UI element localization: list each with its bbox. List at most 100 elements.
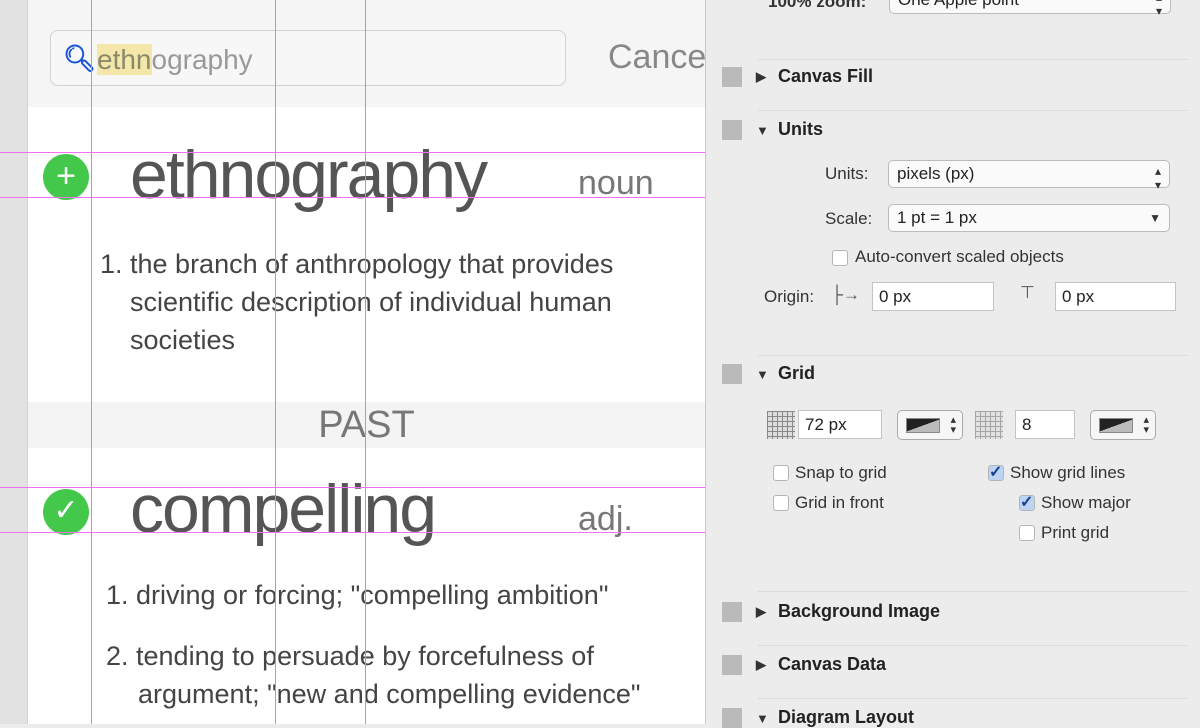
divider <box>758 591 1188 592</box>
scale-select[interactable]: 1 pt = 1 px ▼ <box>888 204 1170 232</box>
disclosure-down-icon[interactable]: ▼ <box>756 123 778 138</box>
disclosure-down-icon[interactable]: ▼ <box>756 367 778 382</box>
section-title: Units <box>778 119 823 139</box>
units-icon <box>722 120 742 141</box>
plus-circle-icon[interactable]: + <box>43 154 89 200</box>
section-canvas-data[interactable]: ▶ Canvas Data <box>722 654 887 676</box>
definition-line: 1. driving or forcing; "compelling ambit… <box>106 580 609 610</box>
minor-divisions-value: 8 <box>1022 415 1032 434</box>
guide-line[interactable] <box>0 152 705 153</box>
canvas[interactable]: 🔍︎ ethnography Cance + ethnography noun … <box>28 0 705 724</box>
search-input[interactable]: 🔍︎ ethnography <box>50 30 566 86</box>
disclosure-right-icon[interactable]: ▶ <box>756 657 778 673</box>
section-units[interactable]: ▼ Units <box>722 119 823 141</box>
show-major-label: Show major <box>1041 493 1131 512</box>
search-text: ethnography <box>97 44 253 76</box>
scale-label: Scale: <box>825 209 873 228</box>
section-title: Background Image <box>778 601 941 621</box>
zoom-value: One Apple point <box>898 0 1019 9</box>
divider <box>758 355 1188 356</box>
inspector-panel: 100% zoom: One Apple point▴▾ ▶Canvas Fil… <box>705 0 1200 728</box>
section-diagram-layout[interactable]: ▼ Diagram Layout <box>722 707 914 728</box>
guide-line[interactable] <box>0 532 705 533</box>
diagram-layout-icon <box>722 708 742 728</box>
search-rest: ography <box>151 44 253 75</box>
color-swatch-icon <box>1099 418 1133 433</box>
section-canvas-fill[interactable]: ▶ Canvas Fill <box>722 66 874 88</box>
section-background-image[interactable]: ▶ Background Image <box>722 601 941 623</box>
print-grid-label: Print grid <box>1041 523 1110 542</box>
definition-line: 2. tending to persuade by forcefulness o… <box>106 641 594 671</box>
guide-line[interactable] <box>365 0 366 724</box>
chevron-down-icon: ▼ <box>1149 211 1161 225</box>
origin-x-field[interactable]: 0 px <box>872 282 994 311</box>
snap-to-grid-label: Snap to grid <box>795 463 887 482</box>
origin-y-value: 0 px <box>1062 287 1095 306</box>
zoom-select[interactable]: One Apple point ▴▾ <box>889 0 1171 18</box>
check-circle-icon[interactable]: ✓ <box>43 489 89 535</box>
search-highlight: ethn <box>97 44 152 75</box>
auto-convert-label: Auto-convert scaled objects <box>855 247 1064 266</box>
entry-word: compelling <box>130 471 437 547</box>
major-color-well[interactable]: ▴ ▾ <box>897 410 963 440</box>
print-grid-checkbox[interactable] <box>1019 525 1035 541</box>
units-select[interactable]: pixels (px) ▴ ▾ <box>888 160 1170 192</box>
section-header-past: PAST <box>28 402 705 448</box>
stepper-arrows-icon: ▴▾ <box>1143 414 1149 436</box>
origin-x-icon: ├→ <box>831 285 861 304</box>
color-swatch-icon <box>906 418 940 433</box>
cancel-button[interactable]: Cance <box>608 38 705 77</box>
stepper-arrows-icon: ▴▾ <box>1155 0 1162 18</box>
definition-line: scientific description of individual hum… <box>130 287 612 317</box>
zoom-label: 100% zoom: <box>768 0 867 11</box>
major-spacing-field[interactable]: 72 px <box>798 410 882 439</box>
units-value: pixels (px) <box>897 164 975 183</box>
grid-section-icon <box>722 364 742 385</box>
divider <box>758 110 1188 111</box>
definition-line: argument; "new and compelling evidence" <box>138 679 641 709</box>
section-title: Diagram Layout <box>778 707 915 727</box>
section-title: Canvas Fill <box>778 66 874 86</box>
entry-pos: adj. <box>578 500 633 538</box>
definition-line: 1. the branch of anthropology that provi… <box>100 249 614 279</box>
guide-line[interactable] <box>0 487 705 488</box>
image-icon <box>722 602 742 623</box>
left-sidebar-edge <box>0 0 28 724</box>
grid-in-front-checkbox[interactable] <box>773 495 789 511</box>
section-title: Grid <box>778 363 816 383</box>
units-label: Units: <box>825 164 869 183</box>
table-icon <box>722 655 742 676</box>
origin-y-field[interactable]: 0 px <box>1055 282 1176 311</box>
disclosure-right-icon[interactable]: ▶ <box>756 604 778 620</box>
divider <box>758 698 1188 699</box>
entry-word: ethnography <box>130 137 488 213</box>
section-title: Canvas Data <box>778 654 887 674</box>
major-spacing-value: 72 px <box>805 415 847 434</box>
guide-line[interactable] <box>91 0 92 724</box>
canvas-fill-icon <box>722 67 742 88</box>
auto-convert-checkbox[interactable] <box>832 250 848 266</box>
divider <box>758 59 1188 60</box>
stepper-arrows-icon: ▴▾ <box>950 414 956 436</box>
snap-to-grid-checkbox[interactable] <box>773 465 789 481</box>
minor-grid-icon <box>975 411 1003 439</box>
definition-line: societies <box>130 325 236 355</box>
show-grid-lines-checkbox[interactable]: ✓ <box>988 465 1004 481</box>
show-major-checkbox[interactable]: ✓ <box>1019 495 1035 511</box>
origin-x-value: 0 px <box>879 287 912 306</box>
origin-label: Origin: <box>764 287 815 306</box>
origin-y-icon: ⊤ <box>1020 283 1035 302</box>
show-grid-lines-label: Show grid lines <box>1010 463 1126 482</box>
section-grid[interactable]: ▼ Grid <box>722 363 816 385</box>
guide-line[interactable] <box>275 0 276 724</box>
search-bar: 🔍︎ ethnography Cance <box>28 0 705 107</box>
grid-in-front-label: Grid in front <box>795 493 884 512</box>
minor-divisions-field[interactable]: 8 <box>1015 410 1075 439</box>
divider <box>758 645 1188 646</box>
major-grid-icon <box>767 411 795 439</box>
stepper-arrows-icon: ▴▾ <box>1154 164 1161 192</box>
minor-color-well[interactable]: ▴ ▾ <box>1090 410 1156 440</box>
disclosure-right-icon[interactable]: ▶ <box>756 69 778 85</box>
scale-value: 1 pt = 1 px <box>897 208 977 227</box>
guide-line[interactable] <box>0 197 705 198</box>
